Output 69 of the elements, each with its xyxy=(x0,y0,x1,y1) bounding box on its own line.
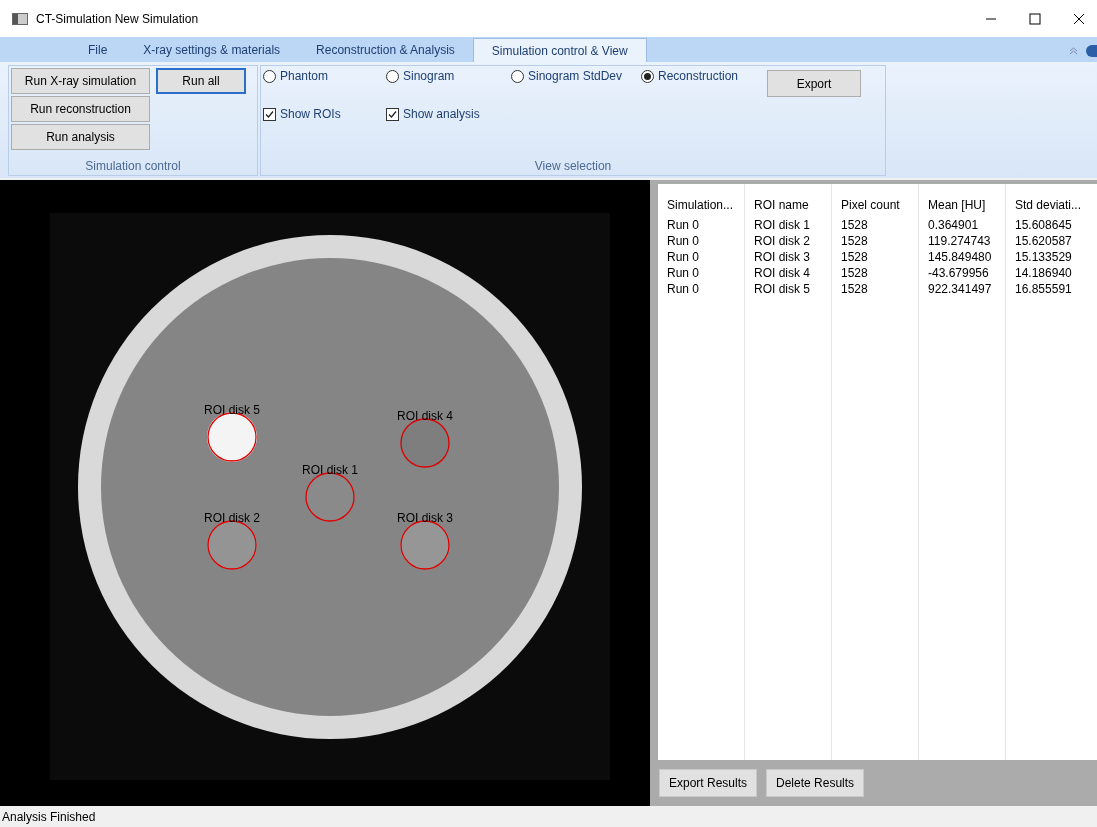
ribbon-button[interactable]: Run all xyxy=(156,68,246,94)
ribbon-tab[interactable]: X-ray settings & materials xyxy=(125,38,299,62)
table-cell-text: ROI disk 2 xyxy=(754,233,811,248)
ribbon-tab[interactable]: Reconstruction & Analysis xyxy=(298,38,473,62)
ribbon-button[interactable]: Run analysis xyxy=(11,124,150,150)
table-cell-text: 15.620587 xyxy=(1015,233,1073,248)
roi-label: ROI disk 2 xyxy=(204,510,260,527)
roi-label: ROI disk 4 xyxy=(397,408,453,425)
table-cell-text: Run 0 xyxy=(667,249,701,264)
table-cell-text: 14.186940 xyxy=(1015,265,1073,280)
table-cell-text: ROI disk 3 xyxy=(754,249,811,264)
table-cell-text: 16.855591 xyxy=(1015,281,1073,296)
table-cell-text: 15.133529 xyxy=(1015,249,1073,264)
table-cell-text: 0.364901 xyxy=(928,217,980,232)
roi-label: ROI disk 3 xyxy=(397,510,453,527)
table-cell-text: 922.341497 xyxy=(928,281,993,296)
results-button[interactable]: Export Results xyxy=(659,769,758,797)
table-cell-text: 119.274743 xyxy=(928,233,992,248)
app-icon xyxy=(12,12,28,25)
table-cell-text: 1528 xyxy=(841,233,869,248)
export-button[interactable]: Export xyxy=(767,70,861,97)
table-cell-text: 1528 xyxy=(841,265,869,280)
column-header[interactable]: Simulation... xyxy=(667,196,744,216)
ribbon-button[interactable]: Run reconstruction xyxy=(11,96,150,122)
table-cell-text: 1528 xyxy=(841,249,869,264)
checkbox-label: Show analysis xyxy=(403,106,480,123)
table-cell-text: -43.679956 xyxy=(928,265,990,280)
checkbox-label: Show ROIs xyxy=(280,106,341,123)
close-icon[interactable] xyxy=(1073,12,1085,25)
ribbon-tab[interactable]: Simulation control & View xyxy=(472,38,647,62)
checkbox[interactable] xyxy=(386,107,399,121)
ribbon-button[interactable]: Run X-ray simulation xyxy=(11,68,150,94)
roi-label: ROI disk 5 xyxy=(204,402,260,419)
radio-option[interactable]: Sinogram StdDev xyxy=(511,67,641,85)
radio-label: Sinogram StdDev xyxy=(528,68,623,85)
table-cell-text: Run 0 xyxy=(667,281,701,296)
radio-label: Reconstruction xyxy=(658,68,739,85)
roi-label: ROI disk 1 xyxy=(302,462,358,479)
status-text: Analysis Finished xyxy=(2,808,96,826)
radio-label: Phantom xyxy=(280,68,329,85)
window-title: CT-Simulation New Simulation xyxy=(36,10,199,28)
table-cell-text: ROI disk 5 xyxy=(754,281,811,296)
radio-option[interactable]: Sinogram xyxy=(386,67,511,85)
table-cell-text: ROI disk 4 xyxy=(754,265,811,280)
table-cell-text: ROI disk 1 xyxy=(754,217,811,232)
table-cell-text: 15.608645 xyxy=(1015,217,1073,232)
table-cell-text: 1528 xyxy=(841,281,869,296)
radio-option[interactable]: Reconstruction xyxy=(641,67,757,85)
radio-button[interactable] xyxy=(263,69,276,83)
radio-label: Sinogram xyxy=(403,68,455,85)
group-title: View selection xyxy=(533,158,613,175)
column-header[interactable]: ROI name xyxy=(754,196,831,216)
checkbox[interactable] xyxy=(263,107,276,121)
radio-button[interactable] xyxy=(386,69,399,83)
column-header[interactable]: Std deviati... xyxy=(1015,196,1097,216)
results-button[interactable]: Delete Results xyxy=(766,769,865,797)
column-header[interactable]: Pixel count xyxy=(841,196,918,216)
ribbon-tab[interactable]: File xyxy=(70,38,126,62)
radio-button[interactable] xyxy=(641,69,654,83)
table-cell-text: Run 0 xyxy=(667,233,701,248)
maximize-icon[interactable] xyxy=(1029,12,1041,25)
table-cell-text: 1528 xyxy=(841,217,869,232)
group-title: Simulation control xyxy=(84,158,182,175)
table-cell-text: 145.849480 xyxy=(928,249,993,264)
column-header[interactable]: Mean [HU] xyxy=(928,196,1005,216)
table-cell-text: Run 0 xyxy=(667,217,701,232)
radio-button[interactable] xyxy=(511,69,524,83)
radio-option[interactable]: Phantom xyxy=(263,67,386,85)
table-cell-text: Run 0 xyxy=(667,265,701,280)
